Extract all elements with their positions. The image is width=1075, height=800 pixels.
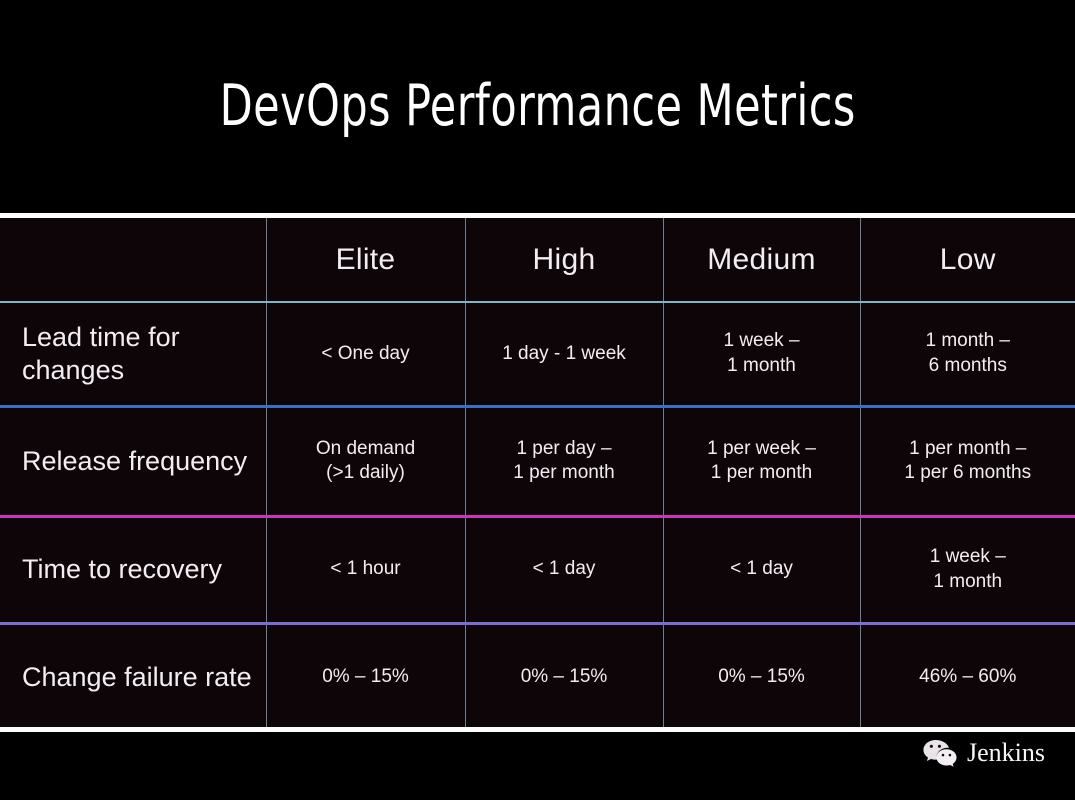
table-row: Lead time for changes < One day 1 day - … [0,302,1075,408]
table-cell: 0% – 15% [464,623,663,729]
table-row: Release frequency On demand (>1 daily) 1… [0,406,1075,518]
metric-label: Lead time for changes [0,302,266,408]
column-header-medium: Medium [662,218,860,303]
title-band: DevOps Performance Metrics [0,0,1075,213]
cell-line: 1 per month – [909,437,1027,459]
table-header: Elite High Medium Low [0,218,1075,303]
page-title: DevOps Performance Metrics [219,73,856,139]
column-header-low: Low [859,218,1075,303]
cell-line: 1 per week – [707,437,816,459]
cell-line: 0% – 15% [322,665,409,687]
cell-line: < 1 day [730,558,793,580]
wechat-icon [922,738,958,768]
cell-line: < 1 day [532,558,596,580]
table-cell: < One day [265,302,465,408]
table-cell: 1 week – 1 month [859,516,1075,625]
table-cell: 1 week – 1 month [662,302,860,408]
table-cell: 46% – 60% [859,623,1075,729]
metric-label: Release frequency [0,406,266,518]
table-cell: < 1 hour [265,516,465,625]
metric-label: Time to recovery [0,516,266,625]
table-cell: On demand (>1 daily) [265,406,465,518]
table-cell: 0% – 15% [265,623,465,729]
table-cell: 1 month – 6 months [859,302,1075,408]
cell-line: 1 month [727,354,796,376]
footer-bar: Jenkins [0,732,1075,800]
column-header-high: High [464,218,663,303]
cell-line: 1 per month [513,462,615,483]
cell-line: 1 per day – [516,437,612,459]
table-cell: 1 per day – 1 per month [464,406,663,518]
table-cell: < 1 day [662,516,860,625]
cell-line: < 1 hour [330,558,401,580]
cell-line: (>1 daily) [326,462,405,483]
column-header-elite: Elite [265,218,465,303]
cell-line: 1 month [933,570,1003,592]
cell-line: < One day [321,342,410,364]
table-body: Lead time for changes < One day 1 day - … [0,302,1075,729]
table-cell: 0% – 15% [662,623,860,729]
cell-line: 1 day - 1 week [502,342,626,364]
cell-line: 1 week – [929,546,1006,568]
table-header-row: Elite High Medium Low [0,218,1075,303]
cell-line: 0% – 15% [520,665,608,687]
cell-line: 0% – 15% [718,665,805,687]
footer-brand: Jenkins [922,738,1045,768]
table-cell: < 1 day [464,516,663,625]
devops-metrics-table: Elite High Medium Low Lead time for chan… [0,218,1075,729]
table-row: Time to recovery < 1 hour < 1 day < 1 da… [0,516,1075,625]
cell-line: 1 per month [710,462,813,483]
footer-label: Jenkins [967,738,1045,767]
cell-line: On demand [315,437,416,459]
table-row: Change failure rate 0% – 15% 0% – 15% 0%… [0,623,1075,729]
table-cell: 1 per month – 1 per 6 months [859,406,1075,518]
table-corner-header [0,218,266,303]
cell-line: 1 week – [723,330,800,352]
table-cell: 1 per week – 1 per month [662,406,860,518]
metric-label: Change failure rate [22,661,252,692]
cell-line: 46% – 60% [919,665,1017,687]
table-cell: 1 day - 1 week [464,302,663,408]
cell-line: 6 months [928,354,1007,376]
cell-line: 1 per 6 months [904,462,1032,483]
cell-line: 1 month – [925,330,1011,352]
